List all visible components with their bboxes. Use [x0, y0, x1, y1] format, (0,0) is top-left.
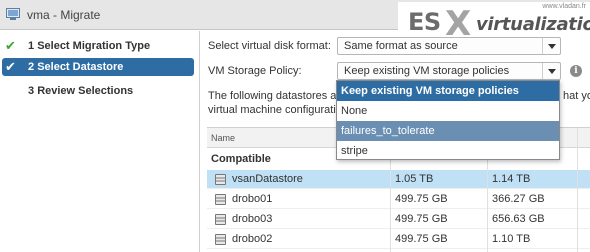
step-label: 2 Select Datastore: [28, 61, 124, 73]
step-label: 1 Select Migration Type: [28, 40, 151, 52]
step-select-migration-type[interactable]: ✔ 1 Select Migration Type: [2, 37, 194, 55]
disk-format-value: Same format as source: [344, 40, 458, 52]
datastore-capacity: 499.75 GB: [395, 213, 448, 225]
table-row[interactable]: drobo01 499.75 GB 366.27 GB: [207, 190, 590, 209]
esx-virtualization-logo: www.vladan.fr ES X virtualization: [398, 2, 590, 44]
checkmark-icon: ✔: [5, 38, 16, 53]
datastore-icon: [215, 234, 226, 245]
datastore-name: drobo03: [232, 213, 273, 225]
chevron-down-icon[interactable]: [542, 63, 560, 79]
dropdown-option-none[interactable]: None: [337, 101, 559, 121]
step-select-datastore[interactable]: ✔ 2 Select Datastore: [2, 58, 194, 76]
disk-format-select[interactable]: Same format as source: [337, 37, 561, 55]
datastore-icon: [215, 174, 226, 185]
dropdown-option-keep-existing[interactable]: Keep existing VM storage policies: [337, 81, 559, 101]
datastore-icon: [215, 194, 226, 205]
description-line-1-end: hat you: [563, 90, 590, 102]
chevron-down-icon[interactable]: [542, 38, 560, 54]
disk-format-label: Select virtual disk format:: [208, 40, 331, 52]
storage-policy-value: Keep existing VM storage policies: [344, 65, 510, 77]
checkmark-icon: ✔: [5, 59, 16, 74]
step-label: 3 Review Selections: [28, 85, 134, 97]
logo-url: www.vladan.fr: [542, 3, 586, 10]
dropdown-option-failures-to-tolerate[interactable]: failures_to_tolerate: [337, 121, 559, 141]
datastore-free: 656.63 GB: [492, 213, 545, 225]
table-row[interactable]: drobo03 499.75 GB 656.63 GB: [207, 210, 590, 229]
datastore-free: 1.14 TB: [492, 173, 531, 185]
step-review-selections[interactable]: 3 Review Selections: [2, 82, 194, 100]
storage-policy-select[interactable]: Keep existing VM storage policies: [337, 62, 561, 80]
wizard-steps-panel: ✔ 1 Select Migration Type ✔ 2 Select Dat…: [0, 31, 200, 252]
datastore-capacity: 499.75 GB: [395, 193, 448, 205]
dropdown-option-stripe[interactable]: stripe: [337, 141, 559, 161]
column-divider: [577, 128, 578, 252]
datastore-icon: [215, 214, 226, 225]
storage-policy-label: VM Storage Policy:: [208, 65, 302, 77]
datastore-name: drobo01: [232, 193, 273, 205]
datastore-capacity: 1.05 TB: [395, 173, 434, 185]
storage-policy-dropdown-list: Keep existing VM storage policies None f…: [336, 80, 560, 160]
info-icon[interactable]: i: [570, 65, 582, 77]
datastore-free: 366.27 GB: [492, 193, 545, 205]
window-title: vma - Migrate: [27, 8, 101, 22]
table-row[interactable]: vsanDatastore 1.05 TB 1.14 TB: [207, 170, 590, 189]
datastore-capacity: 499.75 GB: [395, 233, 448, 245]
table-row[interactable]: drobo02 499.75 GB 1.10 TB: [207, 230, 590, 249]
datastore-name: vsanDatastore: [232, 173, 303, 185]
logo-prefix: ES: [408, 8, 441, 36]
vm-icon: [6, 8, 20, 20]
datastore-name: drobo02: [232, 233, 273, 245]
column-header-name[interactable]: Name: [211, 133, 235, 143]
datastore-free: 1.10 TB: [492, 233, 531, 245]
logo-suffix: virtualization: [476, 14, 590, 35]
